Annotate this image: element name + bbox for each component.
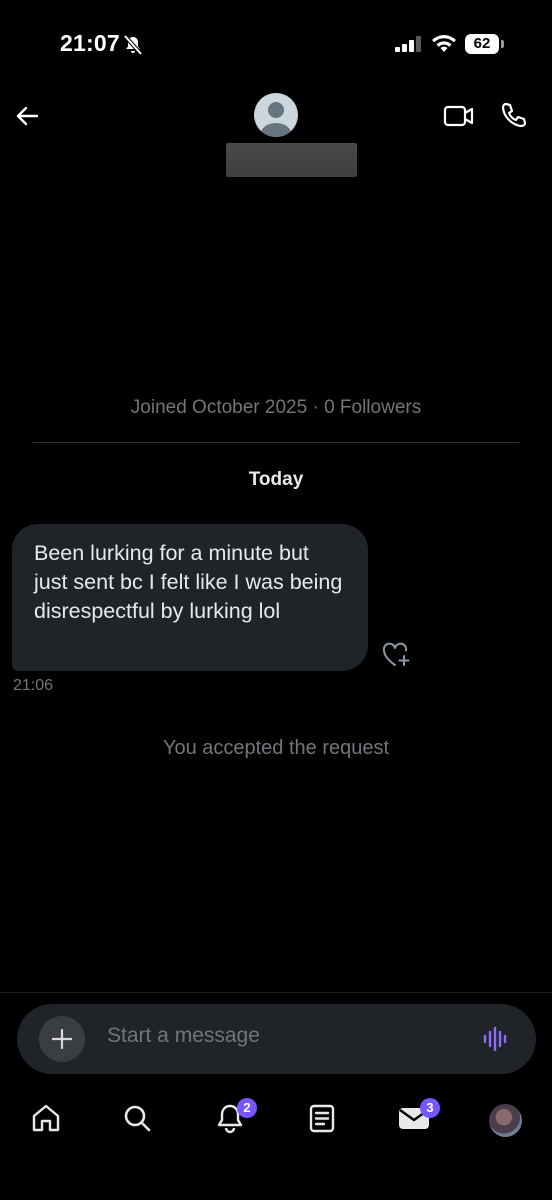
status-bar: 21:07 62 [0,0,552,90]
messages-badge: 3 [420,1098,440,1118]
message-bubble[interactable]: Been lurking for a minute but just sent … [12,524,368,671]
arrow-left-icon[interactable] [14,103,40,129]
status-time: 21:07 [60,30,120,56]
message-composer[interactable]: Start a message [17,1004,536,1074]
plus-icon[interactable] [39,1016,85,1062]
divider [33,442,519,443]
phone-call-icon[interactable] [500,101,528,129]
wifi-icon [431,34,457,54]
add-reaction-icon[interactable] [381,641,411,669]
battery-tip [501,40,504,48]
request-accepted-note: You accepted the request [162,737,390,759]
message-text: Been lurking for a minute but just sent … [34,541,343,623]
voice-waveform-icon[interactable] [482,1025,510,1053]
message-timestamp: 21:06 [13,677,54,694]
bottom-tab-bar: 2 3 [0,1090,552,1150]
battery-indicator: 62 [465,34,499,54]
cellular-signal-icon [395,36,423,52]
redacted-username [226,143,357,177]
composer-divider [0,992,552,993]
search-icon[interactable] [121,1102,153,1134]
date-separator: Today [248,469,304,490]
notifications-badge: 2 [237,1098,257,1118]
profile-avatar[interactable] [489,1104,522,1137]
video-call-icon[interactable] [443,103,475,129]
joined-info: Joined October 2025 · 0 Followers [130,397,422,418]
article-icon[interactable] [306,1102,338,1134]
bell-off-icon [122,34,144,56]
default-avatar-icon[interactable] [254,93,298,137]
message-input[interactable]: Start a message [107,1024,260,1048]
home-icon[interactable] [30,1102,62,1134]
